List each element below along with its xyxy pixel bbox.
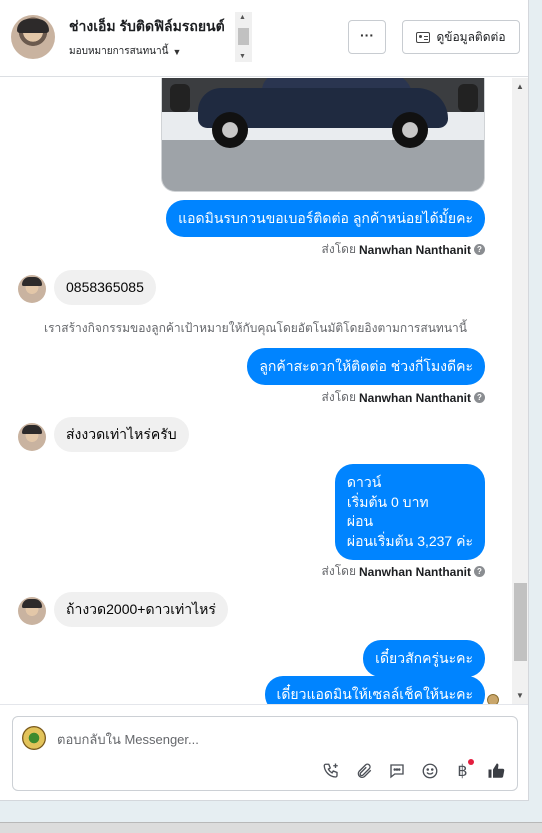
conversation-header: ช่างเอ็ม รับติดฟิล์มรถยนต์ มอบหมายการสนท… — [0, 0, 528, 77]
contact-name[interactable]: ช่างเอ็ม รับติดฟิล์มรถยนต์ — [69, 16, 237, 38]
message-line: ผ่อนเริ่มต้น 3,237 ค่ะ — [346, 532, 473, 549]
scroll-down-icon[interactable]: ▼ — [239, 53, 246, 60]
incoming-message[interactable]: ส่งงวดเท่าไหร่ครับ — [54, 417, 189, 452]
notification-dot — [468, 759, 474, 765]
page-logo-avatar — [22, 726, 46, 750]
sender-name: Nanwhan Nanthanit — [358, 564, 471, 579]
sent-by-label: ส่งโดย Nanwhan Nanthanit ? — [322, 562, 485, 581]
seen-indicator-avatar — [487, 694, 499, 704]
saved-reply-icon[interactable] — [385, 759, 408, 782]
header-mini-scrollbar[interactable]: ▲ ▼ — [235, 12, 252, 62]
contact-avatar[interactable] — [11, 15, 55, 59]
message-thread[interactable]: แอดมินรบกวนขอเบอร์ติดต่อ ลูกค้าหน่อยได้ม… — [0, 78, 512, 704]
message-line: ดาวน์ — [346, 474, 382, 490]
sent-by-label: ส่งโดย Nanwhan Nanthanit ? — [322, 240, 485, 259]
incoming-message[interactable]: 0858365085 — [54, 270, 156, 305]
message-line: เริ่มต้น 0 บาท — [346, 493, 429, 510]
reply-input[interactable] — [57, 732, 487, 747]
view-contact-info-label: ดูข้อมูลติดต่อ — [436, 29, 506, 44]
message-line: ผ่อน — [346, 513, 374, 529]
scroll-thumb[interactable] — [514, 583, 527, 661]
contact-avatar-small — [18, 597, 46, 625]
phone-add-icon[interactable] — [319, 759, 342, 782]
scroll-up-icon[interactable]: ▲ — [516, 82, 524, 91]
sent-by-prefix: ส่งโดย — [321, 242, 356, 256]
emoji-icon[interactable] — [418, 759, 441, 782]
outgoing-message[interactable]: ลูกค้าสะดวกให้ติดต่อ ช่วงกี่โมงดีคะ — [247, 348, 485, 385]
outgoing-message[interactable]: แอดมินรบกวนขอเบอร์ติดต่อ ลูกค้าหน่อยได้ม… — [166, 200, 485, 237]
assign-conversation-dropdown[interactable]: มอบหมายการสนทนานี้ ▼ — [69, 44, 181, 59]
assign-label: มอบหมายการสนทนานี้ — [69, 46, 169, 57]
system-message: เราสร้างกิจกรรมของลูกค้าเป้าหมายให้กับคุ… — [44, 321, 467, 335]
outgoing-message-multiline[interactable]: ดาวน์ เริ่มต้น 0 บาท ผ่อน ผ่อนเริ่มต้น 3… — [334, 464, 485, 560]
scroll-up-icon[interactable]: ▲ — [239, 14, 246, 21]
help-icon[interactable]: ? — [474, 392, 485, 403]
contact-avatar-small — [18, 423, 46, 451]
id-card-icon — [416, 31, 431, 43]
baht-icon[interactable]: ฿ — [451, 759, 474, 782]
messenger-panel: ช่างเอ็ม รับติดฟิล์มรถยนต์ มอบหมายการสนท… — [0, 0, 529, 801]
outgoing-message[interactable]: เดี๋ยวสักครู่นะคะ — [363, 640, 485, 677]
composer-area: ฿ — [0, 704, 528, 800]
window-bottom-strip — [0, 822, 542, 833]
sent-by-prefix: ส่งโดย — [321, 390, 356, 404]
scroll-down-icon[interactable]: ▼ — [516, 691, 524, 700]
thread-scrollbar[interactable]: ▲ ▼ — [512, 78, 528, 704]
thumbs-up-icon[interactable] — [484, 759, 507, 782]
outgoing-message[interactable]: เดี๋ยวแอดมินให้เซลล์เช็คให้นะคะ — [264, 676, 485, 704]
more-options-button[interactable]: ··· — [348, 20, 386, 54]
sender-name: Nanwhan Nanthanit — [358, 242, 471, 257]
help-icon[interactable]: ? — [474, 566, 485, 577]
help-icon[interactable]: ? — [474, 244, 485, 255]
car-photo-attachment[interactable] — [161, 78, 485, 192]
sender-name: Nanwhan Nanthanit — [358, 390, 471, 405]
caret-down-icon: ▼ — [172, 46, 182, 57]
view-contact-info-button[interactable]: ดูข้อมูลติดต่อ — [402, 20, 520, 54]
reply-composer[interactable]: ฿ — [12, 716, 518, 791]
sent-by-prefix: ส่งโดย — [321, 564, 356, 578]
incoming-message[interactable]: ถ้างวด2000+ดาวเท่าไหร่ — [54, 592, 228, 627]
scroll-thumb[interactable] — [238, 28, 249, 45]
composer-toolbar: ฿ — [319, 759, 507, 782]
attach-icon[interactable] — [352, 759, 375, 782]
contact-avatar-small — [18, 275, 46, 303]
sent-by-label: ส่งโดย Nanwhan Nanthanit ? — [322, 388, 485, 407]
